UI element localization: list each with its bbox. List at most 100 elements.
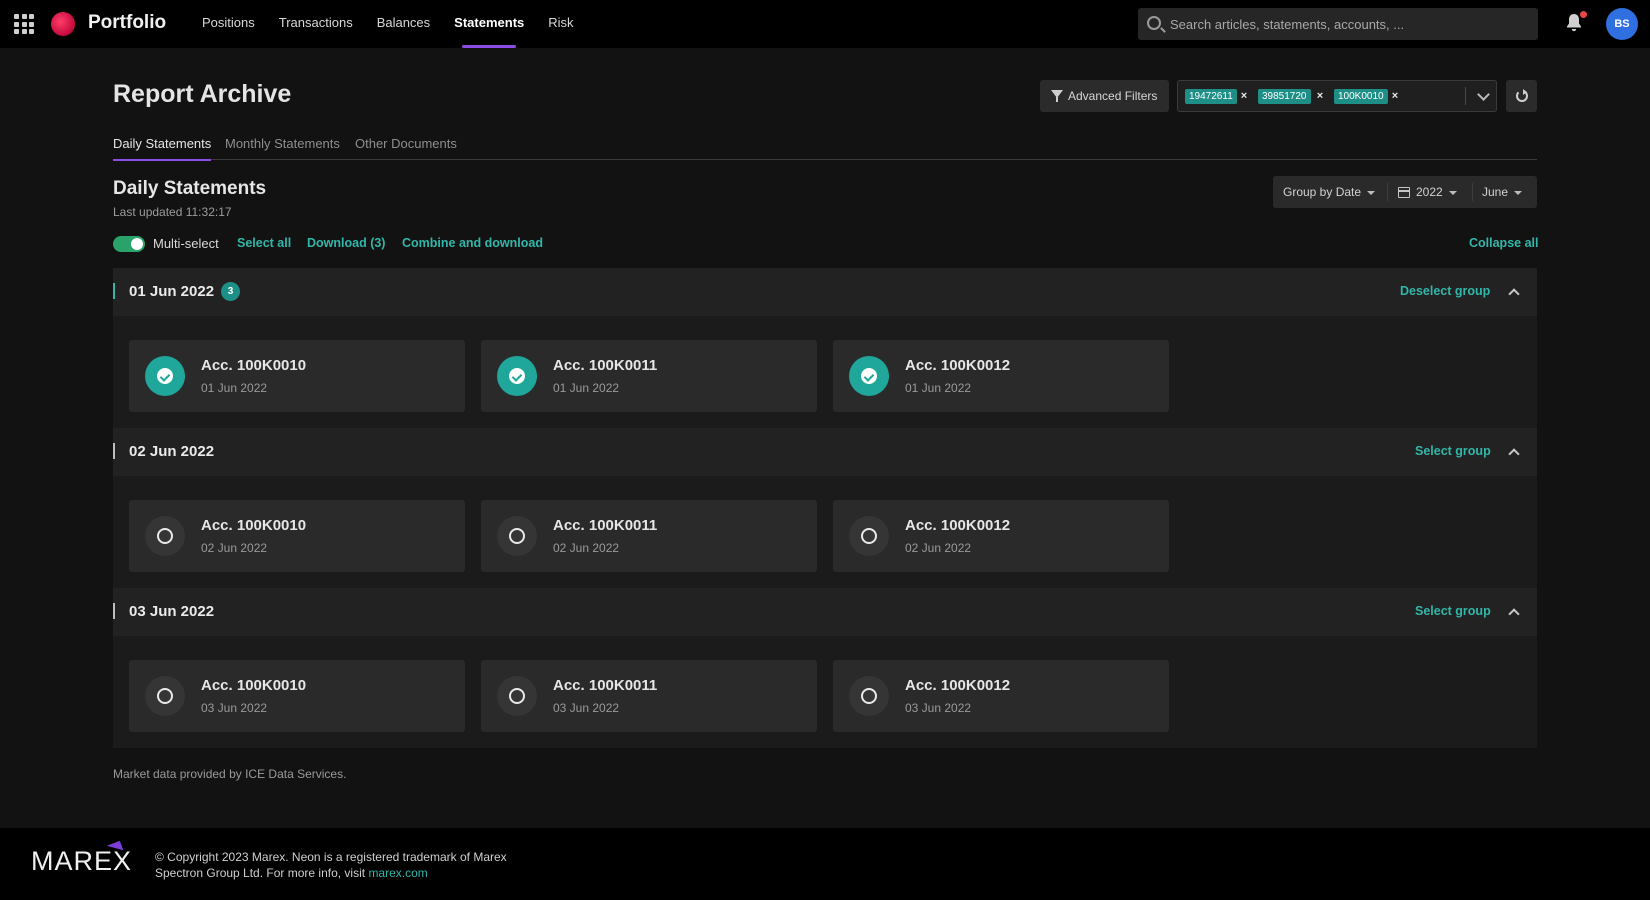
statement-date: 01 Jun 2022 (201, 381, 268, 395)
statement-card[interactable]: Acc. 100K0011 02 Jun 2022 (481, 500, 817, 572)
unchecked-icon (497, 516, 537, 556)
nav-balances[interactable]: Balances (365, 0, 442, 48)
statement-card[interactable]: Acc. 100K0012 01 Jun 2022 (833, 340, 1169, 412)
group-date: 03 Jun 2022 (129, 603, 215, 620)
copyright-line: © Copyright 2023 Marex. Neon is a regist… (155, 850, 507, 880)
remove-tag-icon[interactable]: × (1389, 89, 1401, 104)
unchecked-icon (145, 676, 185, 716)
selected-count-badge: 3 (221, 282, 240, 301)
portfolio-logo-icon (51, 12, 75, 36)
statement-date: 02 Jun 2022 (553, 541, 620, 555)
multi-select-label: Multi-select (153, 236, 219, 251)
chevron-up-icon[interactable] (1507, 445, 1521, 459)
nav-transactions[interactable]: Transactions (267, 0, 365, 48)
group-by-dropdown[interactable]: Group by Date (1283, 176, 1376, 208)
account-label: Acc. 100K0011 (553, 517, 658, 534)
account-filter-select[interactable]: 19472611 × 39851720 × 100K0010 × (1177, 80, 1497, 112)
checked-icon (849, 356, 889, 396)
statement-card[interactable]: Acc. 100K0012 03 Jun 2022 (833, 660, 1169, 732)
filter-tag: 39851720 (1258, 89, 1311, 104)
filter-dropdowns: Group by Date 2022 June (1273, 176, 1537, 208)
account-label: Acc. 100K0012 (905, 677, 1011, 694)
nav-positions[interactable]: Positions (190, 0, 267, 48)
select-group-link[interactable]: Select group (1415, 604, 1491, 618)
advanced-filters-label: Advanced Filters (1068, 89, 1158, 103)
statement-card[interactable]: Acc. 100K0010 01 Jun 2022 (129, 340, 465, 412)
advanced-filters-button[interactable]: Advanced Filters (1040, 80, 1169, 112)
statement-card[interactable]: Acc. 100K0011 03 Jun 2022 (481, 660, 817, 732)
copyright-text: © Copyright 2023 Marex. Neon is a regist… (155, 849, 535, 881)
statement-date: 03 Jun 2022 (905, 701, 972, 715)
deselect-group-link[interactable]: Deselect group (1400, 284, 1490, 298)
statement-date: 02 Jun 2022 (905, 541, 972, 555)
account-label: Acc. 100K0010 (201, 517, 307, 534)
filter-icon (1051, 90, 1063, 102)
unchecked-icon (849, 676, 889, 716)
group-by-label: Group by Date (1283, 185, 1362, 199)
account-label: Acc. 100K0012 (905, 517, 1011, 534)
user-avatar[interactable]: BS (1606, 8, 1638, 40)
search-icon (1147, 16, 1161, 30)
main-nav: Positions Transactions Balances Statemen… (190, 0, 586, 48)
year-dropdown[interactable]: 2022 (1416, 176, 1457, 208)
account-label: Acc. 100K0010 (201, 357, 307, 374)
tab-monthly-statements[interactable]: Monthly Statements (225, 136, 340, 160)
download-button[interactable]: Download (3) (307, 236, 385, 250)
select-all-link[interactable]: Select all (237, 236, 291, 250)
statement-card[interactable]: Acc. 100K0010 03 Jun 2022 (129, 660, 465, 732)
group-date: 01 Jun 2022 (129, 283, 215, 300)
chevron-down-icon[interactable] (1475, 87, 1491, 105)
statement-card[interactable]: Acc. 100K0012 02 Jun 2022 (833, 500, 1169, 572)
group-indicator (113, 443, 115, 459)
brand-title: Portfolio (88, 12, 167, 33)
page-title: Report Archive (113, 80, 292, 108)
statement-card[interactable]: Acc. 100K0010 02 Jun 2022 (129, 500, 465, 572)
filter-tag: 19472611 (1185, 89, 1237, 104)
divider (1472, 183, 1473, 201)
tab-daily-statements[interactable]: Daily Statements (113, 136, 212, 161)
nav-statements[interactable]: Statements (442, 0, 536, 48)
month-label: June (1482, 185, 1509, 199)
top-nav: Portfolio Positions Transactions Balance… (0, 0, 1650, 48)
report-tabs: Daily Statements Monthly Statements Othe… (113, 136, 1537, 161)
year-label: 2022 (1416, 185, 1443, 199)
notifications-bell-icon[interactable] (1565, 11, 1587, 33)
chevron-up-icon[interactable] (1507, 285, 1521, 299)
collapse-all-link[interactable]: Collapse all (1469, 236, 1538, 250)
date-group-body: Acc. 100K0010 01 Jun 2022 Acc. 100K0011 … (113, 316, 1537, 428)
group-date: 02 Jun 2022 (129, 443, 215, 460)
caret-down-icon (1367, 190, 1376, 195)
unchecked-icon (497, 676, 537, 716)
notification-dot (1580, 11, 1587, 18)
combine-download-button[interactable]: Combine and download (402, 236, 543, 250)
divider (1465, 87, 1466, 105)
select-group-link[interactable]: Select group (1415, 444, 1491, 458)
checked-icon (145, 356, 185, 396)
unchecked-icon (145, 516, 185, 556)
divider (1387, 183, 1388, 201)
calendar-icon (1398, 187, 1410, 198)
unchecked-icon (849, 516, 889, 556)
last-updated: Last updated 11:32:17 (113, 205, 232, 219)
multi-select-toggle[interactable] (113, 236, 145, 252)
group-indicator (113, 603, 115, 619)
date-group-header: 02 Jun 2022 Select group (113, 428, 1537, 476)
nav-risk[interactable]: Risk (536, 0, 585, 48)
global-search (1138, 8, 1538, 40)
marex-link[interactable]: marex.com (368, 866, 427, 880)
chevron-up-icon[interactable] (1507, 605, 1521, 619)
statement-date: 03 Jun 2022 (553, 701, 620, 715)
checked-icon (497, 356, 537, 396)
month-dropdown[interactable]: June (1482, 176, 1523, 208)
group-indicator (113, 283, 115, 299)
tab-other-documents[interactable]: Other Documents (355, 136, 457, 160)
remove-tag-icon[interactable]: × (1314, 89, 1326, 104)
statement-card[interactable]: Acc. 100K0011 01 Jun 2022 (481, 340, 817, 412)
refresh-icon[interactable] (1506, 80, 1537, 112)
date-group-header: 01 Jun 2022 3 Deselect group (113, 268, 1537, 316)
account-label: Acc. 100K0011 (553, 357, 658, 374)
search-input[interactable] (1170, 8, 1530, 40)
app-grid-icon[interactable] (14, 14, 34, 34)
remove-tag-icon[interactable]: × (1238, 89, 1250, 104)
statement-date: 01 Jun 2022 (553, 381, 620, 395)
